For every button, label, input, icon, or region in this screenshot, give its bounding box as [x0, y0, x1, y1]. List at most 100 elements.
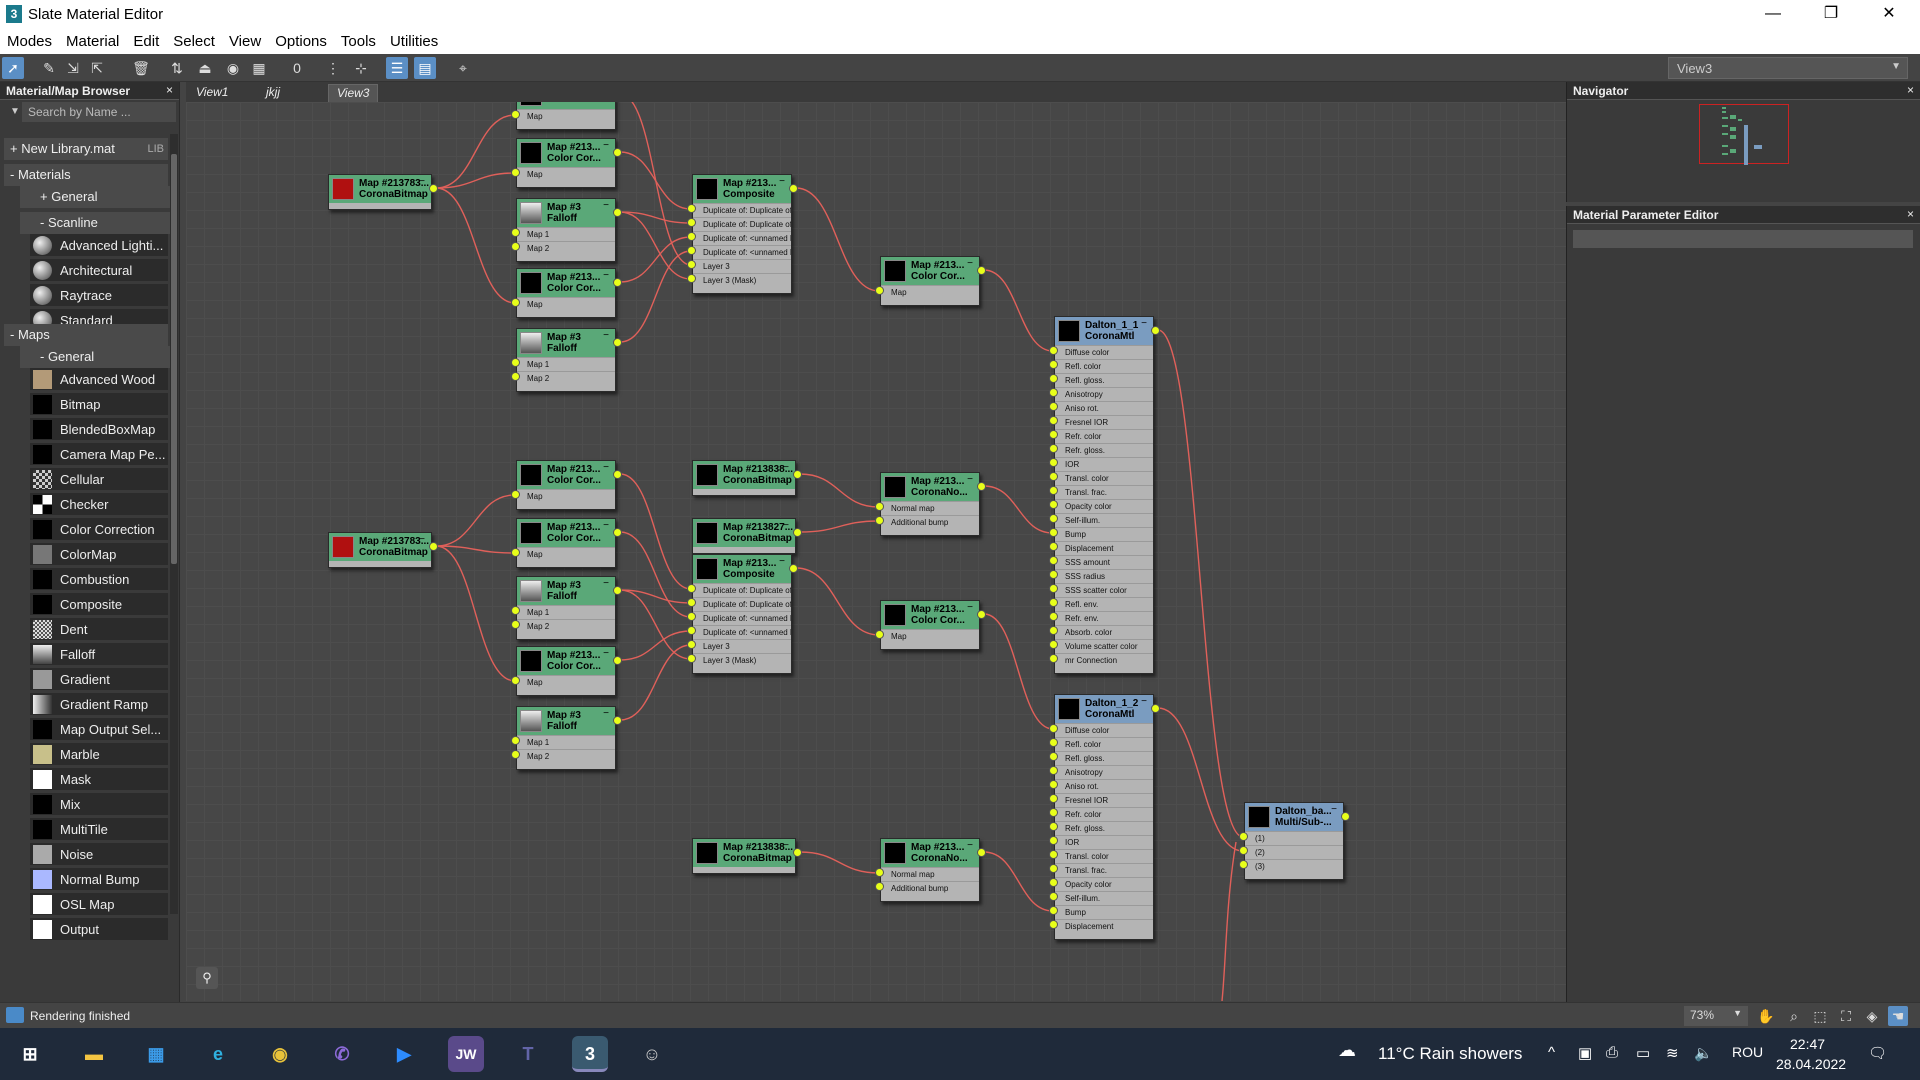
node-bmp3[interactable]: Map #213827... CoronaBitmap −: [692, 518, 796, 554]
collapse-icon[interactable]: −: [783, 462, 789, 473]
output-socket[interactable]: [977, 848, 986, 857]
map-item[interactable]: Noise: [30, 843, 168, 866]
close-button[interactable]: ✕: [1860, 0, 1918, 28]
map-item[interactable]: Mask: [30, 768, 168, 791]
minimize-button[interactable]: —: [1744, 0, 1802, 28]
navigator-viewport[interactable]: [1699, 104, 1789, 173]
show-map-icon[interactable]: ◉: [222, 57, 244, 79]
input-socket[interactable]: [1049, 360, 1058, 369]
node-header[interactable]: Map #213827... CoronaBitmap −: [693, 519, 795, 547]
node-canvas[interactable]: − Map Map #213783...CoronaBitmap− Map #213.…: [186, 102, 1566, 1001]
input-socket[interactable]: [687, 260, 696, 269]
menu-options[interactable]: Options: [268, 28, 334, 50]
node-header[interactable]: Map #213838... CoronaBitmap −: [693, 839, 795, 867]
map-item[interactable]: Advanced Wood: [30, 368, 168, 391]
input-socket[interactable]: [1239, 860, 1248, 869]
connection-wire[interactable]: [619, 473, 692, 590]
restore-button[interactable]: ❐: [1802, 0, 1860, 28]
connection-wire[interactable]: [1221, 841, 1237, 1001]
input-socket[interactable]: [687, 626, 696, 635]
collapse-icon[interactable]: −: [967, 258, 973, 269]
notification-icon[interactable]: 🗨: [1868, 1044, 1887, 1062]
input-socket[interactable]: [687, 274, 696, 283]
input-socket[interactable]: [1049, 528, 1058, 537]
map-item[interactable]: Camera Map Pe...: [30, 443, 168, 466]
node-slot[interactable]: Anisotropy: [1055, 387, 1153, 401]
connection-wire[interactable]: [1157, 707, 1244, 852]
windows-start-icon[interactable]: ⊞: [12, 1036, 48, 1072]
map-item[interactable]: Mix: [30, 793, 168, 816]
input-socket[interactable]: [1049, 640, 1058, 649]
node-header[interactable]: Map #213... Color Cor... −: [517, 461, 615, 489]
input-socket[interactable]: [1049, 346, 1058, 355]
input-socket[interactable]: [511, 358, 520, 367]
connection-wire[interactable]: [619, 589, 692, 660]
input-socket[interactable]: [1049, 542, 1058, 551]
material-id-icon[interactable]: 0: [286, 57, 308, 79]
layout-all-icon[interactable]: ⋮: [322, 57, 344, 79]
input-socket[interactable]: [875, 882, 884, 891]
input-socket[interactable]: [1049, 486, 1058, 495]
output-socket[interactable]: [1151, 326, 1160, 335]
collapse-icon[interactable]: −: [1141, 696, 1147, 707]
input-socket[interactable]: [687, 640, 696, 649]
view-dropdown[interactable]: View3 ▼: [1668, 57, 1908, 79]
chrome-icon[interactable]: ◉: [262, 1036, 298, 1072]
input-socket[interactable]: [687, 232, 696, 241]
node-header[interactable]: Map #213... Composite −: [693, 175, 791, 203]
navigator-close-icon[interactable]: ×: [1907, 83, 1914, 97]
node-slot[interactable]: Refr. gloss.: [1055, 443, 1153, 457]
node-header[interactable]: Map #213... CoronaNo... −: [881, 839, 979, 867]
map-item[interactable]: Gradient Ramp: [30, 693, 168, 716]
input-socket[interactable]: [1049, 780, 1058, 789]
node-mtl2[interactable]: Dalton_1_2 CoronaMtl − Diffuse color Refl. c…: [1054, 694, 1154, 940]
node-slot[interactable]: Map: [517, 489, 615, 503]
input-socket[interactable]: [1049, 458, 1058, 467]
input-socket[interactable]: [511, 490, 520, 499]
node-cc2[interactable]: Map #213... Color Cor... − Map: [516, 268, 616, 318]
node-slot[interactable]: IOR: [1055, 457, 1153, 471]
input-socket[interactable]: [875, 868, 884, 877]
input-socket[interactable]: [875, 630, 884, 639]
connection-wire[interactable]: [619, 250, 692, 343]
node-slot[interactable]: Normal map: [881, 867, 979, 881]
node-header[interactable]: Map #213783... CoronaBitmap −: [329, 175, 431, 203]
map-item[interactable]: Bitmap: [30, 393, 168, 416]
node-comp2[interactable]: Map #213... Composite − Duplicate of: Dupli…: [692, 554, 792, 674]
output-socket[interactable]: [613, 148, 622, 157]
binoculars-icon[interactable]: ⚲: [196, 967, 218, 989]
node-slot[interactable]: Anisotropy: [1055, 765, 1153, 779]
input-socket[interactable]: [511, 228, 520, 237]
input-socket[interactable]: [1049, 556, 1058, 565]
output-socket[interactable]: [613, 656, 622, 665]
map-item[interactable]: Composite: [30, 593, 168, 616]
delete-icon[interactable]: 🗑: [130, 57, 152, 79]
output-socket[interactable]: [793, 848, 802, 857]
node-cc6[interactable]: Map #213... Color Cor... − Map: [880, 600, 980, 650]
input-socket[interactable]: [1049, 430, 1058, 439]
output-socket[interactable]: [977, 482, 986, 491]
input-socket[interactable]: [875, 286, 884, 295]
map-item[interactable]: Falloff: [30, 643, 168, 666]
scanline-item[interactable]: Advanced Lighti...: [30, 234, 168, 257]
node-header[interactable]: Map #213783... CoronaBitmap −: [329, 533, 431, 561]
node-cc3[interactable]: Map #213... Color Cor... − Map: [880, 256, 980, 306]
input-socket[interactable]: [1049, 822, 1058, 831]
node-slot[interactable]: Map 1: [517, 605, 615, 619]
node-header[interactable]: Map #3 Falloff −: [517, 707, 615, 735]
node-header[interactable]: Map #3 Falloff −: [517, 329, 615, 357]
general-maps-group[interactable]: - General: [20, 346, 170, 368]
input-socket[interactable]: [1049, 878, 1058, 887]
collapse-icon[interactable]: −: [603, 140, 609, 151]
assign-material-icon[interactable]: ⇱: [86, 57, 108, 79]
input-socket[interactable]: [1049, 416, 1058, 425]
node-slot[interactable]: Diffuse color: [1055, 345, 1153, 359]
edge-icon[interactable]: e: [200, 1036, 236, 1072]
input-socket[interactable]: [1049, 850, 1058, 859]
node-header[interactable]: Map #213838... CoronaBitmap −: [693, 461, 795, 489]
input-socket[interactable]: [1049, 598, 1058, 607]
scanline-item[interactable]: Raytrace: [30, 284, 168, 307]
node-comp1[interactable]: Map #213... Composite − Duplicate of: Dupli…: [692, 174, 792, 294]
node-slot[interactable]: SSS scatter color: [1055, 583, 1153, 597]
map-item[interactable]: Cellular: [30, 468, 168, 491]
